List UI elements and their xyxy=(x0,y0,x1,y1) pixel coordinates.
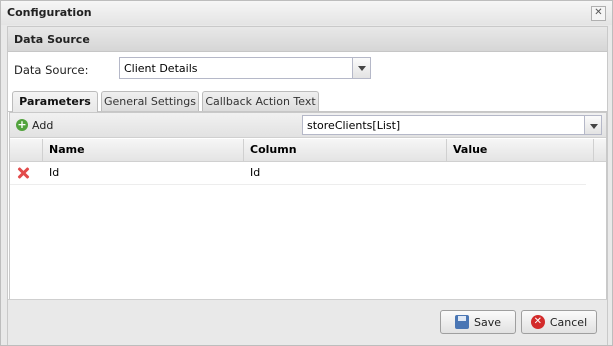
add-button[interactable]: + Add xyxy=(16,117,53,133)
tab-parameters[interactable]: Parameters xyxy=(12,91,98,112)
data-source-combo[interactable]: Client Details xyxy=(119,57,371,79)
configuration-window: Configuration ✕ Data Source Data Source:… xyxy=(0,0,613,346)
cell-column[interactable]: Id xyxy=(244,162,447,184)
table-row[interactable]: Id Id xyxy=(10,162,586,185)
data-source-value: Client Details xyxy=(124,62,198,75)
grid-header-column[interactable]: Column xyxy=(244,139,447,161)
tab-callback-action-text[interactable]: Callback Action Text xyxy=(202,91,319,111)
chevron-down-icon[interactable] xyxy=(352,58,370,78)
delete-icon[interactable] xyxy=(16,166,30,180)
dialog-footer: Save ✕ Cancel xyxy=(8,299,607,345)
grid-header-value[interactable]: Value xyxy=(447,139,594,161)
parameters-toolbar: + Add storeClients[List] xyxy=(10,113,606,138)
window-titlebar[interactable]: Configuration ✕ xyxy=(1,1,612,25)
save-icon xyxy=(454,315,469,329)
add-label: Add xyxy=(32,118,54,132)
cell-name[interactable]: Id xyxy=(43,162,244,184)
window-title: Configuration xyxy=(7,6,92,19)
cell-value[interactable] xyxy=(447,162,586,184)
grid-header-name[interactable]: Name xyxy=(43,139,244,161)
store-value: storeClients[List] xyxy=(307,119,401,132)
tab-general-settings[interactable]: General Settings xyxy=(101,91,199,111)
save-button[interactable]: Save xyxy=(440,310,516,334)
grid-header-action xyxy=(10,139,43,161)
data-source-header-label: Data Source xyxy=(14,33,90,46)
data-source-header: Data Source xyxy=(8,27,607,52)
parameters-panel: + Add storeClients[List] Name Column Val… xyxy=(9,112,607,300)
data-source-panel: Data Source Data Source: Client Details … xyxy=(7,26,608,345)
cancel-icon: ✕ xyxy=(530,315,545,329)
add-icon: + xyxy=(16,118,28,131)
save-label: Save xyxy=(473,315,501,329)
tab-strip: Parameters General Settings Callback Act… xyxy=(8,88,607,112)
cancel-button[interactable]: ✕ Cancel xyxy=(521,310,597,334)
data-source-label: Data Source: xyxy=(14,63,89,77)
store-combo[interactable]: storeClients[List] xyxy=(302,115,602,135)
close-icon[interactable]: ✕ xyxy=(591,6,606,21)
grid-header: Name Column Value xyxy=(10,139,606,162)
chevron-down-icon[interactable] xyxy=(584,116,601,134)
cancel-label: Cancel xyxy=(549,315,588,329)
